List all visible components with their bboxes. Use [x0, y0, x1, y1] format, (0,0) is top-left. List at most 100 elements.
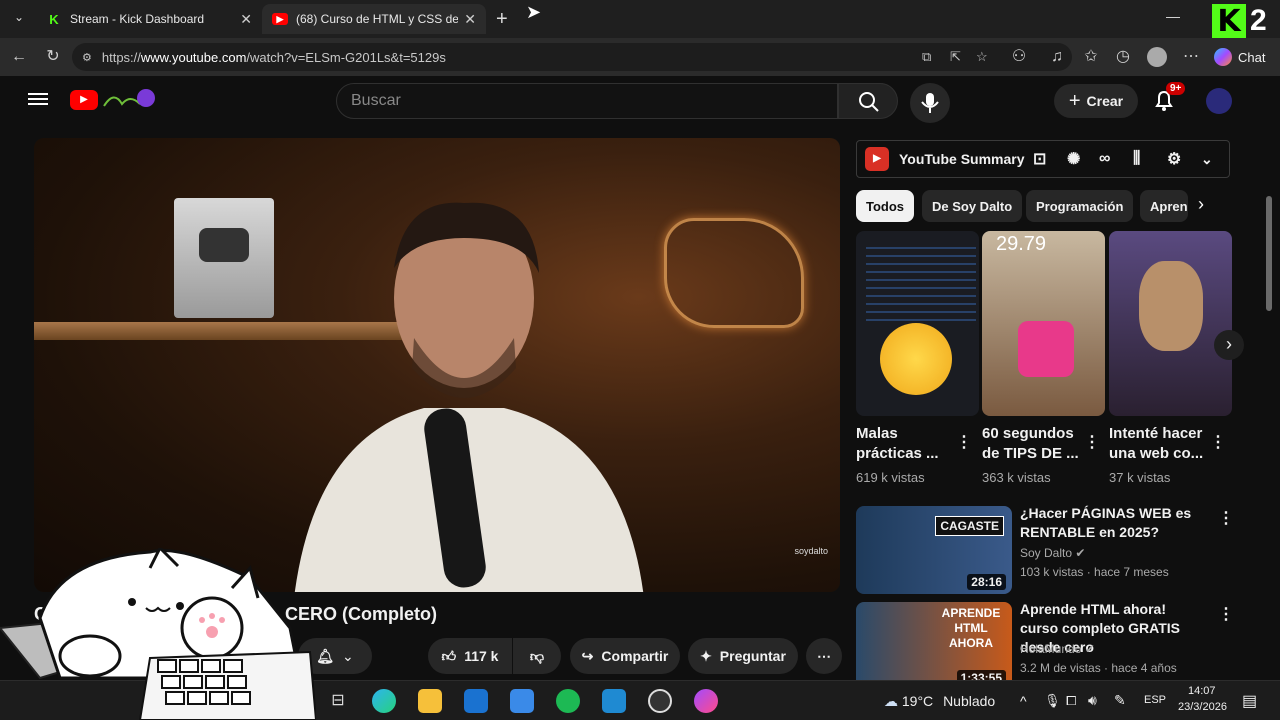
share-button[interactable]: ↪ Compartir [570, 638, 680, 674]
video-player[interactable]: soydalto [34, 138, 840, 592]
more-actions-button[interactable]: ⋯ [806, 638, 842, 674]
url-bar[interactable]: ⚙ https://www.youtube.com/watch?v=ELSm-G… [72, 43, 1072, 71]
profile-avatar-icon[interactable] [1146, 46, 1168, 68]
video-duration: 28:16 [967, 574, 1006, 590]
messenger-icon[interactable] [694, 689, 718, 713]
openai-icon[interactable]: ✺ [1067, 149, 1080, 169]
like-button[interactable]: 👍︎ 117 k [428, 638, 512, 674]
mouse-cursor-icon: ➤ [526, 2, 542, 22]
kick-icon: K [49, 11, 59, 27]
audio-wave-icon[interactable]: ⫼ [1133, 150, 1140, 168]
edge-browser-icon[interactable] [372, 689, 396, 713]
minimize-window-icon[interactable]: — [1166, 8, 1180, 24]
more-menu-icon[interactable]: ⋯ [1180, 46, 1202, 68]
tab-list-dropdown-icon[interactable]: ⌄ [10, 10, 28, 28]
kebab-menu-icon[interactable]: ⋮ [1218, 604, 1234, 624]
notification-center-icon[interactable]: ▤ [1242, 691, 1257, 711]
extensions-icon[interactable]: ⚇ [1008, 46, 1030, 68]
outlook-icon[interactable] [464, 689, 488, 713]
pen-icon[interactable]: ✎ [1114, 692, 1126, 709]
create-button[interactable]: + Crear [1054, 84, 1138, 118]
kebab-menu-icon[interactable]: ⋮ [956, 432, 972, 452]
microsoft-store-icon[interactable] [510, 689, 534, 713]
close-tab-icon[interactable]: ✕ [464, 11, 476, 28]
tray-overflow-icon[interactable]: ^ [1020, 693, 1027, 709]
ask-label: Preguntar [719, 648, 786, 664]
url-prefix: https:// [101, 49, 141, 65]
media-control-icon[interactable]: ♫ [1046, 46, 1068, 68]
settings-gear-icon[interactable]: ⚙ [1167, 149, 1181, 169]
youtube-logo[interactable]: ▶ [70, 90, 98, 110]
favorites-icon[interactable]: ✩ [1080, 46, 1102, 68]
site-info-icon[interactable]: ⚙ [82, 51, 92, 64]
youtube-summary-extension[interactable]: ▶ YouTube Summary ⊡ ✺ ∞ ⫼ ⚙ ⌄ [856, 140, 1230, 178]
favorite-star-icon[interactable]: ☆ [976, 49, 988, 65]
kebab-menu-icon[interactable]: ⋮ [1210, 432, 1226, 452]
summary-title: YouTube Summary [899, 151, 1025, 167]
summary-logo-icon: ▶ [865, 147, 889, 171]
plus-icon: + [1068, 89, 1081, 112]
kebab-menu-icon[interactable]: ⋮ [1218, 508, 1234, 528]
short-overlay-number: 29.79 [996, 233, 1047, 255]
thumbnail-badge: CAGASTE [935, 516, 1004, 536]
search-input[interactable]: Buscar [336, 83, 838, 119]
video-meta: 103 k vistas · hace 7 meses [1020, 565, 1169, 579]
short-title[interactable]: Intenté hacer una web co... [1109, 424, 1209, 464]
k2-number: 2 [1250, 4, 1267, 37]
open-in-app-icon[interactable]: ⇱ [950, 49, 961, 65]
account-avatar[interactable] [1206, 88, 1232, 114]
clock-date[interactable]: 23/3/2026 [1178, 701, 1227, 713]
tab-youtube[interactable]: ▶ (68) Curso de HTML y CSS desde C ✕ [262, 4, 486, 34]
video-title[interactable]: ¿Hacer PÁGINAS WEB es RENTABLE en 2025? [1020, 504, 1200, 542]
bell-outline-icon: 🔔︎ [316, 647, 335, 664]
short-title[interactable]: Malas prácticas ... [856, 424, 956, 464]
notifications-button[interactable]: 9+ [1152, 82, 1186, 114]
language-indicator[interactable]: ESP [1144, 694, 1166, 706]
short-thumbnail[interactable] [1109, 231, 1232, 416]
chips-next-arrow-icon[interactable]: › [1198, 194, 1204, 215]
video-thumbnail[interactable]: CAGASTE 28:16 [856, 506, 1012, 594]
ask-button[interactable]: ✦ Preguntar [688, 638, 798, 674]
voice-search-button[interactable] [910, 83, 950, 123]
search-icon [859, 92, 879, 112]
network-icon[interactable]: ⧠ [1066, 693, 1076, 709]
close-tab-icon[interactable]: ✕ [240, 11, 252, 28]
robot-icon[interactable]: ⊡ [1033, 149, 1046, 169]
video-channel[interactable]: HolaMundo ✔ [1020, 642, 1095, 656]
like-count: 117 k [464, 648, 499, 664]
file-explorer-icon[interactable] [418, 689, 442, 713]
microphone-tray-icon[interactable]: 🎙︎ [1044, 693, 1061, 709]
reload-icon[interactable]: ↻ [42, 46, 64, 68]
weather-widget[interactable]: ☁ 19°C Nublado [884, 693, 995, 710]
short-title[interactable]: 60 segundos de TIPS DE ... [982, 424, 1082, 464]
short-thumbnail[interactable]: 29.79 [982, 231, 1105, 416]
back-icon[interactable]: ← [8, 46, 30, 68]
search-button[interactable] [838, 83, 898, 119]
new-tab-icon[interactable]: + [496, 8, 508, 31]
shorts-next-arrow-icon[interactable]: › [1214, 330, 1244, 360]
vscode-icon[interactable] [602, 689, 626, 713]
chip-de-soy-dalto[interactable]: De Soy Dalto [922, 190, 1023, 222]
volume-icon[interactable]: 🔊︎ [1088, 692, 1097, 709]
chip-programacion[interactable]: Programación [1026, 190, 1134, 222]
task-view-icon[interactable]: ⊟ [326, 689, 350, 713]
translate-icon[interactable]: ⧉ [922, 49, 931, 65]
copilot-icon [1214, 48, 1232, 66]
chip-todos[interactable]: Todos [856, 190, 915, 222]
video-channel[interactable]: Soy Dalto ✔ [1020, 546, 1085, 560]
spotify-icon[interactable] [556, 689, 580, 713]
dislike-button[interactable]: 👎︎ [513, 638, 561, 674]
obs-icon[interactable] [648, 689, 672, 713]
short-thumbnail[interactable] [856, 231, 979, 416]
tab-kick-dashboard[interactable]: K Stream - Kick Dashboard ✕ [36, 4, 262, 34]
kebab-menu-icon[interactable]: ⋮ [1084, 432, 1100, 452]
chevron-down-icon[interactable]: ⌄ [1201, 151, 1213, 168]
page-scrollbar[interactable] [1266, 196, 1272, 311]
chip-aprende[interactable]: Apren [1140, 190, 1188, 222]
history-icon[interactable]: ◷ [1112, 46, 1134, 68]
clock-time[interactable]: 14:07 [1188, 685, 1216, 697]
menu-hamburger-icon[interactable] [28, 90, 48, 108]
glasses-icon[interactable]: ∞ [1099, 150, 1110, 168]
video-thumbnail[interactable]: APRENDE HTML AHORA 1:33:55 [856, 602, 1012, 690]
copilot-chat-button[interactable]: Chat [1214, 48, 1265, 66]
